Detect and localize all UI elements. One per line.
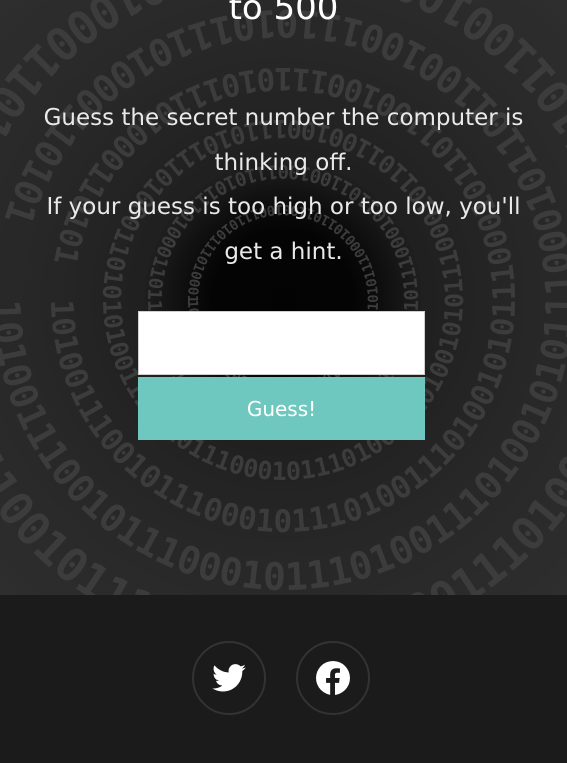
guess-button[interactable]: Guess! bbox=[138, 377, 425, 440]
guess-input[interactable] bbox=[138, 311, 425, 375]
twitter-share-button[interactable] bbox=[192, 641, 266, 715]
hero-section: 1010011100101110001011101001110100101011… bbox=[0, 0, 567, 595]
game-instructions: Guess the secret number the computer is … bbox=[36, 96, 531, 274]
instructions-line-2: If your guess is too high or too low, yo… bbox=[46, 194, 521, 265]
binary-spiral-background: 1010011100101110001011101001110100101011… bbox=[0, 0, 567, 595]
facebook-icon bbox=[316, 661, 350, 695]
footer bbox=[0, 595, 567, 763]
facebook-share-button[interactable] bbox=[296, 641, 370, 715]
twitter-icon bbox=[212, 664, 246, 692]
page-title: to 500 bbox=[228, 0, 339, 28]
instructions-line-1: Guess the secret number the computer is … bbox=[43, 105, 524, 176]
